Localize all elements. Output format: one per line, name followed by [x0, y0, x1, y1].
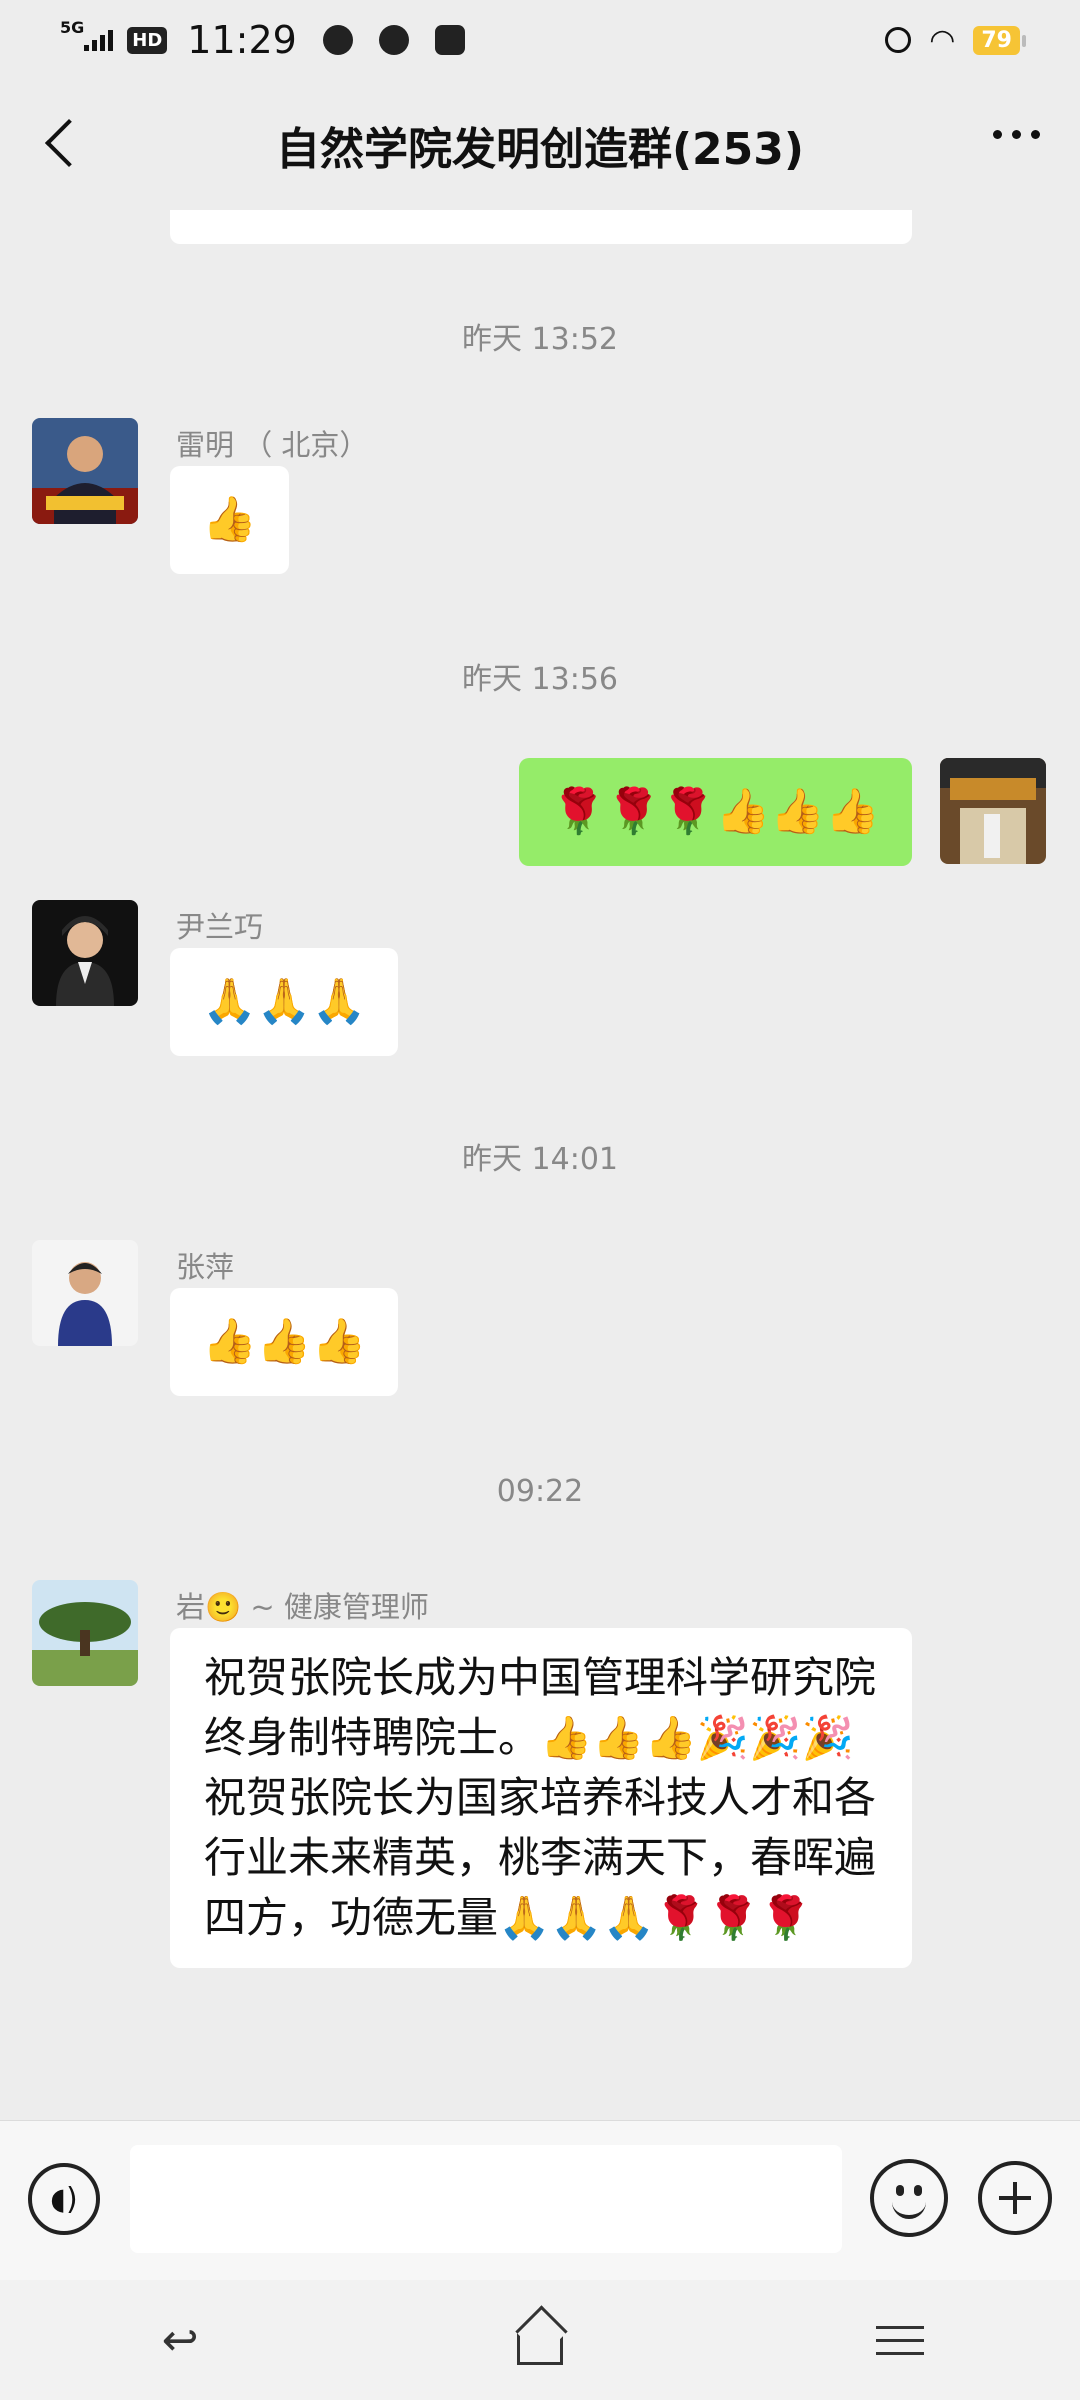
signal-icon: [84, 29, 114, 51]
app-notification-icon: [378, 25, 409, 55]
system-menu-button[interactable]: [855, 2310, 945, 2370]
timestamp: 昨天 13:56: [462, 662, 618, 697]
plus-icon[interactable]: [978, 2161, 1052, 2235]
system-back-icon[interactable]: ↩: [135, 2310, 225, 2370]
more-options-button[interactable]: [993, 130, 1040, 139]
message-bubble[interactable]: 👍: [170, 466, 289, 574]
message-notification-icon: [434, 25, 465, 55]
avatar[interactable]: [32, 900, 138, 1006]
sender-name: 张萍: [176, 1250, 235, 1284]
chat-message-list[interactable]: 昨天 13:52 雷明 （ 北京） 👍 昨天 13:56 🌹🌹🌹👍👍👍 尹兰巧 …: [0, 210, 1080, 2120]
avatar[interactable]: [32, 1240, 138, 1346]
sender-name: 雷明 （ 北京）: [176, 428, 369, 462]
system-home-button[interactable]: [495, 2310, 585, 2370]
emoji-icon[interactable]: [870, 2159, 948, 2237]
chevron-left-icon: [44, 118, 94, 168]
menu-icon: [876, 2325, 924, 2355]
message-bubble[interactable]: 🙏🙏🙏: [170, 948, 399, 1056]
message-bubble[interactable]: 祝贺张院长成为中国管理科学研究院终身制特聘院士。👍👍👍🎉🎉🎉 祝贺张院长为国家培…: [170, 1628, 912, 1968]
sender-name: 尹兰巧: [176, 910, 264, 944]
wechat-notification-icon: [322, 25, 353, 55]
wifi-icon: ◠: [929, 22, 956, 58]
network-type: 5G: [60, 18, 85, 37]
previous-message-bubble[interactable]: [170, 210, 912, 244]
alarm-icon: [885, 27, 912, 53]
timestamp: 昨天 13:52: [462, 322, 618, 357]
status-time: 11:29: [187, 18, 297, 62]
own-avatar[interactable]: [940, 758, 1046, 864]
voice-icon[interactable]: ◖): [28, 2163, 100, 2235]
battery-indicator: 79: [973, 25, 1026, 55]
own-message-bubble[interactable]: 🌹🌹🌹👍👍👍: [519, 758, 912, 866]
sender-name: 岩🙂 ~ 健康管理师: [176, 1590, 429, 1624]
system-navigation-bar: ↩: [0, 2280, 1080, 2400]
avatar[interactable]: [32, 1580, 138, 1686]
message-input[interactable]: [130, 2145, 842, 2253]
chat-header: 自然学院发明创造群(253): [0, 80, 1080, 210]
home-icon: [517, 2331, 563, 2365]
status-bar: 5G HD 11:29 ◠ 79: [0, 0, 1080, 80]
timestamp: 昨天 14:01: [462, 1142, 618, 1177]
message-bubble[interactable]: 👍👍👍: [170, 1288, 399, 1396]
hd-badge: HD: [127, 26, 168, 54]
timestamp: 09:22: [496, 1474, 584, 1509]
back-button[interactable]: [38, 118, 94, 168]
page-title: 自然学院发明创造群(253): [275, 124, 805, 175]
input-bar: ◖): [0, 2120, 1080, 2280]
avatar[interactable]: [32, 418, 138, 524]
